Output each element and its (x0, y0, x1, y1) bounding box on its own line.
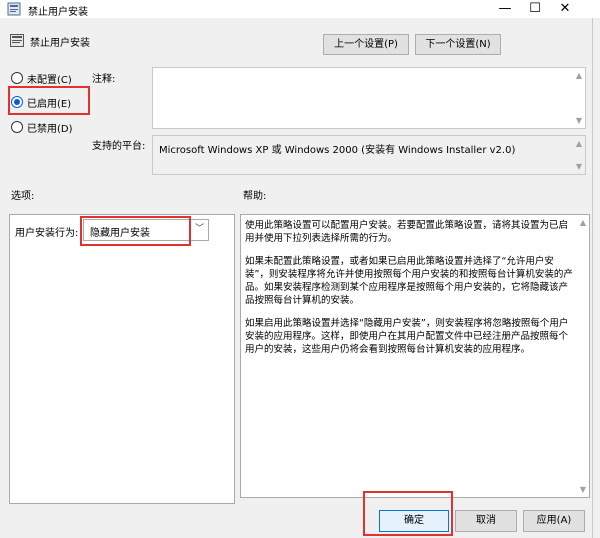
help-scrollbar[interactable]: ▲ ▼ (575, 215, 589, 497)
window-edge-divider (592, 18, 593, 538)
comment-textarea[interactable]: ▲ ▼ (152, 67, 586, 129)
close-icon: ✕ (559, 1, 571, 16)
radio-circle[interactable] (11, 121, 23, 133)
policy-icon (10, 34, 24, 47)
scroll-up-icon[interactable]: ▲ (576, 71, 582, 80)
scroll-down-icon[interactable]: ▼ (576, 116, 582, 125)
radio-label: 未配置(C) (27, 74, 72, 86)
highlight-box-ok (363, 491, 453, 536)
scroll-down-icon[interactable]: ▼ (580, 485, 586, 494)
cancel-button[interactable]: 取消 (455, 510, 517, 532)
supported-platform-box: Microsoft Windows XP 或 Windows 2000 (安装有… (152, 135, 586, 175)
close-button[interactable]: ✕ (550, 0, 580, 18)
help-paragraph: 使用此策略设置可以配置用户安装。若要配置此策略设置，请将其设置为已启用并使用下拉… (245, 220, 569, 244)
window-title: 禁止用户安装 (28, 7, 88, 18)
platform-scrollbar[interactable]: ▲ ▼ (571, 136, 585, 174)
help-paragraph: 如果启用此策略设置并选择“隐藏用户安装”，则安装程序将忽略按照每个用户安装的应用… (245, 318, 569, 355)
supported-platform-label: 支持的平台: (92, 141, 146, 152)
options-panel (9, 214, 235, 504)
radio-not-configured[interactable]: 未配置(C) (11, 71, 72, 86)
comment-scrollbar[interactable]: ▲ ▼ (571, 68, 585, 128)
install-behavior-label: 用户安装行为: (15, 228, 79, 239)
help-paragraph: 如果未配置此策略设置，或者如果已启用此策略设置并选择了“允许用户安装”，则安装程… (245, 256, 573, 306)
options-section-label: 选项: (11, 191, 35, 202)
supported-platform-value: Microsoft Windows XP 或 Windows 2000 (安装有… (159, 145, 516, 156)
highlight-box-enabled (8, 86, 90, 115)
scroll-up-icon[interactable]: ▲ (580, 218, 586, 227)
help-section-label: 帮助: (243, 191, 267, 202)
next-setting-button[interactable]: 下一个设置(N) (415, 34, 501, 55)
chevron-down-icon[interactable]: ﹀ (191, 220, 208, 240)
policy-name: 禁止用户安装 (30, 38, 90, 49)
maximize-icon: ☐ (529, 1, 541, 16)
help-panel: 使用此策略设置可以配置用户安装。若要配置此策略设置，请将其设置为已启用并使用下拉… (240, 214, 590, 498)
scroll-up-icon[interactable]: ▲ (576, 139, 582, 148)
scroll-down-icon[interactable]: ▼ (576, 162, 582, 171)
policy-settings-icon (7, 2, 21, 16)
help-text: 使用此策略设置可以配置用户安装。若要配置此策略设置，请将其设置为已启用并使用下拉… (245, 219, 575, 366)
comment-label: 注释: (92, 74, 116, 85)
radio-circle[interactable] (11, 72, 23, 84)
radio-disabled[interactable]: 已禁用(D) (11, 120, 73, 135)
minimize-icon: — (498, 1, 512, 16)
previous-setting-button[interactable]: 上一个设置(P) (323, 34, 409, 55)
apply-button[interactable]: 应用(A) (523, 510, 585, 532)
minimize-button[interactable]: — (490, 0, 520, 18)
radio-label: 已禁用(D) (27, 123, 73, 135)
highlight-box-dropdown (80, 216, 191, 246)
maximize-button[interactable]: ☐ (520, 0, 550, 18)
